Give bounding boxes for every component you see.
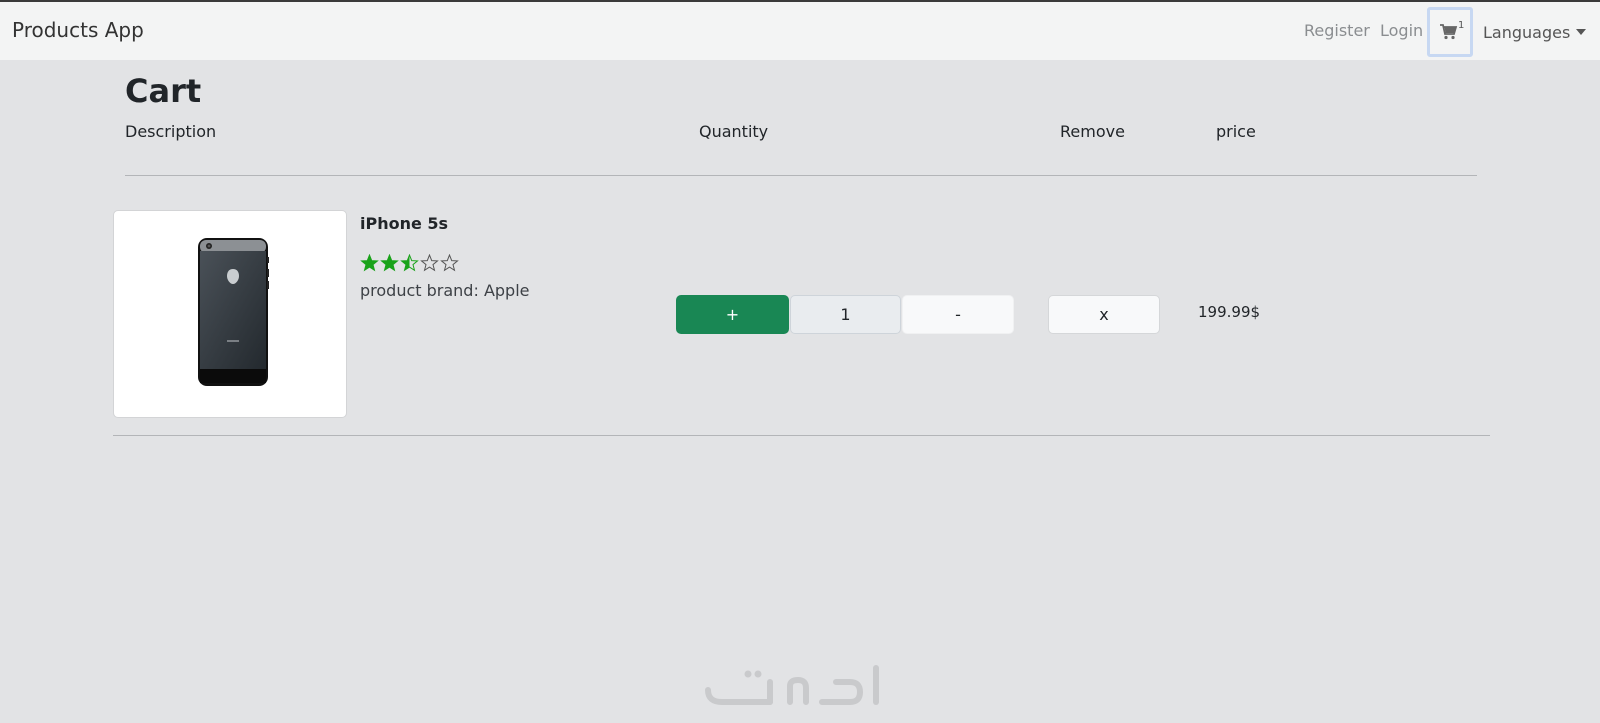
rating-stars xyxy=(360,254,460,272)
watermark-logo xyxy=(705,665,879,705)
decrease-quantity-button[interactable]: - xyxy=(902,295,1014,334)
star-icon xyxy=(400,254,419,272)
product-brand: product brand: Apple xyxy=(360,281,530,300)
star-icon xyxy=(380,254,399,272)
star-icon xyxy=(440,254,459,272)
header-divider xyxy=(125,175,1477,176)
cart-button[interactable]: 1 xyxy=(1427,7,1473,57)
languages-label: Languages xyxy=(1483,23,1571,42)
star-icon xyxy=(420,254,439,272)
column-header-quantity: Quantity xyxy=(699,122,769,141)
caret-down-icon xyxy=(1576,29,1587,35)
navbar: Products App Register Login 1 Languages xyxy=(0,2,1600,60)
item-price: 199.99$ xyxy=(1198,303,1261,321)
phone-image xyxy=(198,238,269,386)
star-icon xyxy=(360,254,379,272)
remove-item-button[interactable]: x xyxy=(1048,295,1160,334)
row-divider xyxy=(113,435,1490,436)
column-header-description: Description xyxy=(125,122,217,141)
column-header-remove: Remove xyxy=(1060,122,1125,141)
login-link[interactable]: Login xyxy=(1380,23,1423,39)
increase-quantity-button[interactable]: + xyxy=(676,295,789,334)
cart-icon xyxy=(1440,24,1458,40)
brand-link[interactable]: Products App xyxy=(12,20,144,40)
column-header-price: price xyxy=(1216,122,1256,141)
product-image-card xyxy=(113,210,347,418)
languages-dropdown[interactable]: Languages xyxy=(1483,23,1587,42)
cart-count-badge: 1 xyxy=(1458,20,1465,31)
product-name: iPhone 5s xyxy=(360,214,449,233)
quantity-display: 1 xyxy=(790,295,901,334)
register-link[interactable]: Register xyxy=(1304,23,1370,39)
page-title: Cart xyxy=(125,72,202,110)
